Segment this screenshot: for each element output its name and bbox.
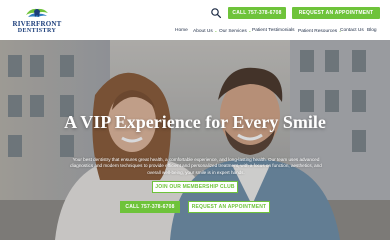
nav-item-label: Blog <box>367 28 377 33</box>
header-call-button[interactable]: CALL 757-378-6708 <box>228 7 286 19</box>
membership-club-button[interactable]: JOIN OUR MEMBERSHIP CLUB <box>152 181 238 193</box>
hero-description: Your best dentistry that ensures great h… <box>70 157 322 175</box>
hero-section: A VIP Experience for Every Smile Your be… <box>0 40 390 240</box>
hero-call-button[interactable]: CALL 757-378-6708 <box>120 201 180 213</box>
header-appointment-button[interactable]: REQUEST AN APPOINTMENT <box>292 7 380 19</box>
site-header: RIVERFRONT DENTISTRY CALL 757-378-6708 R… <box>0 0 390 40</box>
logo-tooth-icon <box>26 8 48 17</box>
search-icon[interactable] <box>210 7 222 19</box>
nav-item-label: Patient Testimonials <box>252 28 295 33</box>
chevron-down-icon: ⌄ <box>248 28 252 33</box>
nav-item-label: Our Services <box>219 29 247 34</box>
nav-item-blog[interactable]: Blog <box>367 26 377 36</box>
nav-item-about-us[interactable]: About Us ⌄ <box>193 26 217 37</box>
hero-appointment-button[interactable]: REQUEST AN APPOINTMENT <box>188 201 270 213</box>
nav-item-contact-us[interactable]: Contact Us <box>340 26 364 36</box>
nav-item-label: About Us <box>193 29 213 34</box>
nav-item-patient-testimonials[interactable]: Patient Testimonials <box>252 26 295 36</box>
main-nav: Home About Us ⌄ Our Services ⌄ Patient T… <box>0 26 390 36</box>
nav-item-our-services[interactable]: Our Services ⌄ <box>219 26 251 37</box>
nav-item-patient-resources[interactable]: Patient Resources ⌄ <box>298 26 342 37</box>
hero-title: A VIP Experience for Every Smile <box>64 112 326 132</box>
chevron-down-icon: ⌄ <box>214 28 218 33</box>
nav-item-label: Home <box>175 28 188 33</box>
nav-item-label: Patient Resources <box>298 29 338 34</box>
nav-item-label: Contact Us <box>340 28 364 33</box>
nav-item-home[interactable]: Home <box>175 26 188 36</box>
